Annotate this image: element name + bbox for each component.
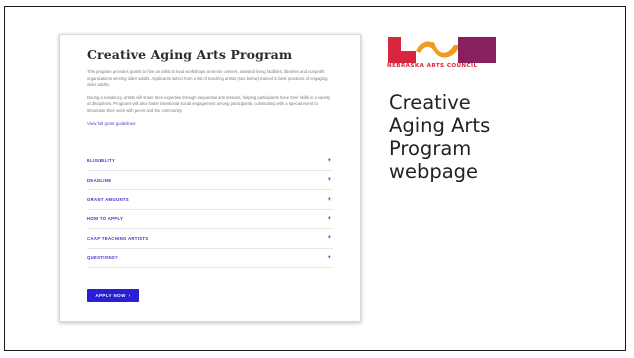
plus-icon[interactable]: +	[327, 216, 333, 222]
apply-now-label: APPLY NOW	[95, 293, 126, 298]
accordion-label: ELIGIBILITY	[87, 158, 116, 164]
apply-now-button[interactable]: APPLY NOW ›	[87, 289, 139, 302]
caption-line: webpage	[389, 160, 479, 183]
residency-paragraph: During a residency, artists will share t…	[87, 94, 331, 113]
accordion-label: HOW TO APPLY	[87, 216, 124, 222]
page-title: Creative Aging Arts Program	[87, 47, 293, 62]
caption-line: Program	[389, 137, 472, 160]
logo-orange-dot	[429, 42, 435, 48]
webpage-screenshot: Creative Aging Arts Program This program…	[59, 34, 361, 322]
accordion-label: GRANT AMOUNTS	[87, 197, 129, 203]
guidelines-link[interactable]: View full grant guidelines.	[87, 121, 333, 126]
accordion-label: QUESTIONS?	[87, 255, 118, 261]
accordion-label: DEADLINE	[87, 177, 112, 183]
accordion-item-questions[interactable]: QUESTIONS? +	[87, 249, 333, 268]
accordion-item-deadline[interactable]: DEADLINE +	[87, 171, 333, 191]
caption-line: Creative	[389, 91, 471, 114]
logo-red-base	[388, 51, 416, 63]
accordion-item-caap-teaching-artists[interactable]: CAAP TEACHING ARTISTS +	[87, 229, 333, 249]
intro-paragraph: This program provides grants to hire an …	[87, 69, 328, 88]
plus-icon[interactable]: +	[327, 197, 333, 203]
logo-text: NEBRASKA ARTS COUNCIL	[387, 63, 478, 69]
accordion-item-grant-amounts[interactable]: GRANT AMOUNTS +	[87, 190, 333, 210]
plus-icon[interactable]: +	[327, 235, 333, 241]
accordion: ELIGIBILITY + DEADLINE + GRANT AMOUNTS +…	[87, 152, 333, 268]
accordion-label: CAAP TEACHING ARTISTS	[87, 235, 149, 241]
nebraska-arts-council-logo	[388, 37, 496, 63]
logo-orange-wave	[416, 41, 458, 58]
accordion-item-how-to-apply[interactable]: HOW TO APPLY +	[87, 210, 333, 230]
slide-caption: Creative Aging Arts Program webpage	[389, 91, 589, 183]
plus-icon[interactable]: +	[327, 158, 333, 164]
plus-icon[interactable]: +	[327, 177, 333, 183]
accordion-item-eligibility[interactable]: ELIGIBILITY +	[87, 152, 333, 171]
plus-icon[interactable]: +	[327, 255, 333, 261]
chevron-right-icon: ›	[128, 293, 131, 298]
caption-line: Aging Arts	[389, 114, 491, 137]
logo-purple-block	[458, 37, 496, 63]
